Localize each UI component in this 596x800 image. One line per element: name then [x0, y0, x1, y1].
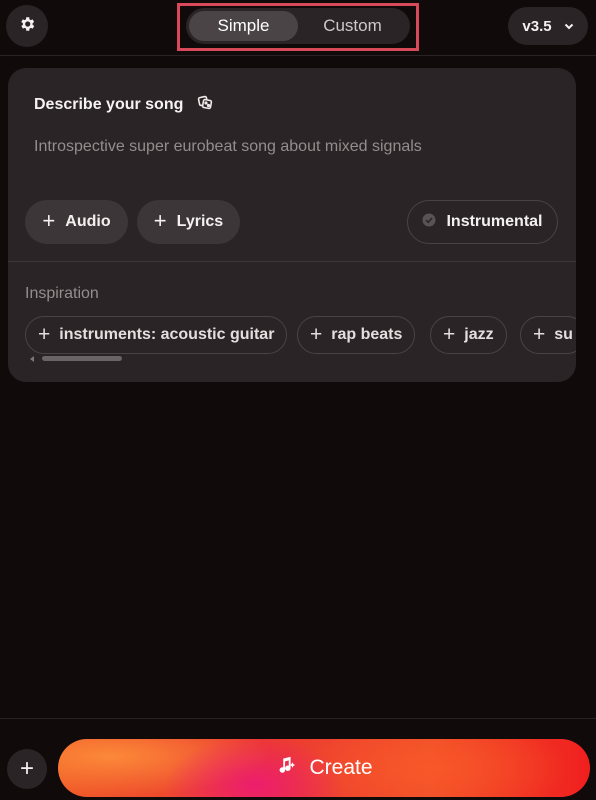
tab-simple[interactable]: Simple: [189, 11, 298, 41]
plus-icon: +: [19, 755, 34, 782]
add-lyrics-button[interactable]: + Lyrics: [137, 200, 240, 244]
inspiration-chip[interactable]: + jazz: [430, 316, 507, 354]
plus-icon: +: [443, 322, 456, 346]
inspiration-chips: + instruments: acoustic guitar + rap bea…: [25, 316, 576, 356]
plus-icon: +: [42, 208, 56, 233]
plus-icon: +: [38, 322, 51, 346]
dice-icon[interactable]: [197, 94, 213, 115]
create-button[interactable]: Create: [58, 739, 590, 797]
version-label: v3.5: [522, 17, 552, 35]
tab-custom[interactable]: Custom: [298, 11, 407, 41]
add-lyrics-label: Lyrics: [176, 213, 224, 230]
instrumental-toggle[interactable]: Instrumental: [407, 200, 558, 244]
top-bar: Simple Custom v3.5: [0, 0, 596, 56]
gear-icon: [18, 15, 36, 38]
version-selector[interactable]: v3.5: [508, 7, 588, 45]
card-title: Describe your song: [34, 95, 184, 113]
card-title-row: Describe your song: [34, 94, 213, 115]
song-description-card: Describe your song + Audio + Lyrics Inst…: [8, 68, 576, 382]
bottom-bar: + Create: [0, 718, 596, 800]
card-divider: [8, 261, 576, 262]
plus-icon: +: [310, 322, 323, 346]
plus-icon: +: [153, 208, 167, 233]
chip-label: jazz: [464, 326, 494, 343]
scrollbar-thumb[interactable]: [42, 356, 122, 361]
chip-label: rap beats: [331, 326, 403, 343]
add-audio-button[interactable]: + Audio: [25, 200, 128, 244]
instrumental-label: Instrumental: [446, 213, 543, 230]
settings-button[interactable]: [6, 5, 48, 47]
inspiration-chip[interactable]: + instruments: acoustic guitar: [25, 316, 288, 354]
music-sparkle-icon: [275, 754, 297, 782]
chip-label: su: [554, 326, 573, 343]
inspiration-chip[interactable]: + rap beats: [297, 316, 416, 354]
create-label: Create: [309, 756, 373, 779]
inspiration-label: Inspiration: [25, 285, 99, 302]
song-description-input[interactable]: [34, 138, 554, 156]
plus-icon: +: [533, 322, 546, 346]
horizontal-scrollbar[interactable]: [30, 354, 560, 364]
chevron-down-icon: [564, 18, 574, 35]
scroll-left-arrow-icon[interactable]: [30, 356, 34, 362]
inspiration-chip[interactable]: + su: [520, 316, 576, 354]
add-button[interactable]: +: [7, 749, 47, 789]
add-audio-label: Audio: [65, 213, 111, 230]
mode-toggle: Simple Custom: [186, 8, 410, 44]
check-circle-icon: [422, 213, 436, 232]
chip-label: instruments: acoustic guitar: [59, 326, 275, 343]
